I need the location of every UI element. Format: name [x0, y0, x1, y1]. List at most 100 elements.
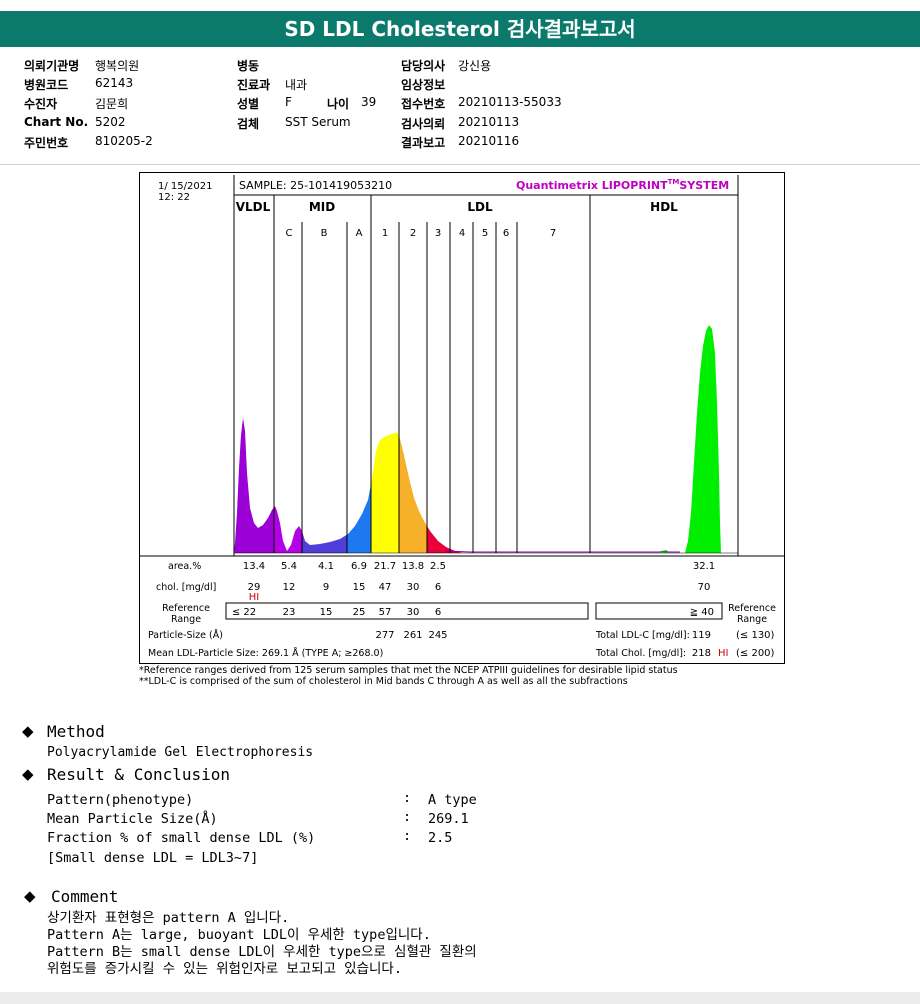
brand-system: SYSTEM — [679, 179, 729, 192]
pattern-label: Pattern(phenotype) — [47, 792, 194, 808]
result-value: 20210116 — [458, 134, 520, 148]
hospital-value: 행복의원 — [95, 59, 140, 73]
dept-value: 내과 — [285, 78, 308, 92]
report-title: SD LDL Cholesterol 검사결과보고서 — [0, 11, 920, 47]
pattern-value: A type — [428, 792, 477, 808]
ref-label-2: Range — [171, 614, 201, 625]
particle-size-sep: : — [403, 809, 412, 825]
electrophoresis-peaks — [234, 418, 463, 553]
group-mid: MID — [309, 200, 335, 214]
sex-label: 성별 — [237, 97, 260, 111]
doctor-label: 담당의사 — [401, 59, 446, 73]
fraction-sep: : — [403, 828, 412, 844]
area-a: 6.9 — [351, 561, 367, 572]
code-label: 병원코드 — [24, 78, 69, 92]
particle-ldl2: 261 — [403, 630, 422, 641]
dept-label: 진료과 — [237, 78, 271, 92]
code-value: 62143 — [95, 76, 134, 90]
method-heading: Method — [47, 722, 105, 741]
chart-label: Chart No. — [24, 115, 89, 129]
diamond-icon: ◆ — [22, 722, 34, 740]
ref-ldl2: 30 — [407, 607, 420, 618]
info-divider — [0, 164, 920, 165]
particle-size-value: 269.1 — [428, 811, 469, 827]
result-label: 결과보고 — [401, 136, 446, 150]
diamond-icon: ◆ — [22, 765, 34, 783]
patient-label: 수진자 — [24, 97, 58, 111]
band-7: 7 — [550, 228, 556, 239]
band-1: 1 — [382, 228, 388, 239]
area-ldl1: 21.7 — [374, 561, 396, 572]
chol-ldl1: 47 — [379, 582, 392, 593]
request-value: 20210113 — [458, 115, 520, 129]
chol-hdl: 70 — [698, 582, 711, 593]
total-ldl-ref: (≤ 130) — [736, 630, 775, 641]
request-label: 검사의뢰 — [401, 117, 446, 131]
specimen-label: 검체 — [237, 117, 260, 131]
fraction-value: 2.5 — [428, 830, 453, 846]
resident-value: 810205-2 — [95, 134, 153, 148]
particle-label: Particle-Size (Å) — [148, 629, 223, 641]
band-3: 3 — [435, 228, 441, 239]
band-6: 6 — [503, 228, 509, 239]
ref-label-right-1: Reference — [728, 603, 776, 614]
total-ldl-value: 119 — [692, 630, 711, 641]
patient-info: 의뢰기관명 행복의원 병원코드 62143 수진자 김문희 Chart No. … — [0, 52, 920, 164]
chol-a: 15 — [353, 582, 366, 593]
fraction-label: Fraction % of small dense LDL (%) — [47, 830, 316, 846]
diamond-icon: ◆ — [24, 887, 36, 905]
pattern-sep: : — [403, 790, 412, 806]
area-b: 4.1 — [318, 561, 334, 572]
band-a: A — [356, 228, 363, 239]
lipoprint-report: 1/ 15/2021 12: 22 SAMPLE: 25-10141905321… — [139, 172, 785, 664]
area-ldl2: 13.8 — [402, 561, 424, 572]
band-c: C — [286, 228, 293, 239]
report-time: 12: 22 — [158, 192, 190, 203]
area-hdl: 32.1 — [693, 561, 715, 572]
footnote-2: **LDL-C is comprised of the sum of chole… — [139, 676, 628, 687]
receipt-value: 20210113-55033 — [458, 95, 562, 109]
hdl-peak — [685, 325, 721, 553]
receipt-label: 접수번호 — [401, 97, 446, 111]
band-b: B — [321, 228, 328, 239]
result-heading: Result & Conclusion — [47, 765, 231, 784]
group-vldl: VLDL — [236, 200, 271, 214]
hospital-label: 의뢰기관명 — [24, 59, 80, 73]
ref-hdl: ≧ 40 — [690, 607, 714, 618]
ref-label-right-2: Range — [737, 614, 767, 625]
ref-vldl: ≤ 22 — [232, 607, 256, 618]
age-label: 나이 — [327, 97, 350, 111]
particle-size-label: Mean Particle Size(Å) — [47, 811, 218, 827]
band-2: 2 — [410, 228, 416, 239]
ref-c: 23 — [283, 607, 296, 618]
ref-ldl1: 57 — [379, 607, 392, 618]
ref-ldl3: 6 — [435, 607, 441, 618]
page-bottom-band — [0, 992, 920, 1004]
band-5: 5 — [482, 228, 488, 239]
sample-id: SAMPLE: 25-101419053210 — [239, 179, 392, 192]
chart-value: 5202 — [95, 115, 126, 129]
chol-ldl3: 6 — [435, 582, 441, 593]
small-dense-note: [Small dense LDL = LDL3~7] — [47, 850, 259, 866]
chol-vldl-flag: HI — [249, 592, 259, 603]
chol-label: chol. [mg/dl] — [156, 582, 216, 593]
comment-line-4: 위험도를 증가시킬 수 있는 위험인자로 보고되고 있습니다. — [47, 961, 402, 977]
band-4: 4 — [459, 228, 465, 239]
area-vldl: 13.4 — [243, 561, 265, 572]
total-chol-ref: (≤ 200) — [736, 648, 775, 659]
doctor-value: 강신용 — [458, 59, 492, 73]
brand-text: Quantimetrix LIPOPRINTTMSYSTEM — [516, 178, 729, 192]
method-text: Polyacrylamide Gel Electrophoresis — [47, 745, 314, 760]
chol-c: 12 — [283, 582, 296, 593]
electrophoresis-figure: 1/ 15/2021 12: 22 SAMPLE: 25-10141905321… — [140, 175, 784, 659]
comment-heading: Comment — [51, 887, 119, 906]
chol-ldl2: 30 — [407, 582, 420, 593]
particle-ldl1: 277 — [375, 630, 394, 641]
brand-main: Quantimetrix LIPOPRINT — [516, 179, 668, 192]
area-c: 5.4 — [281, 561, 297, 572]
ref-label-1: Reference — [162, 603, 210, 614]
sex-value: F — [285, 95, 292, 109]
total-chol-value: 218 — [692, 648, 711, 659]
brand-tm: TM — [668, 178, 680, 186]
ward-label: 병동 — [237, 59, 260, 73]
